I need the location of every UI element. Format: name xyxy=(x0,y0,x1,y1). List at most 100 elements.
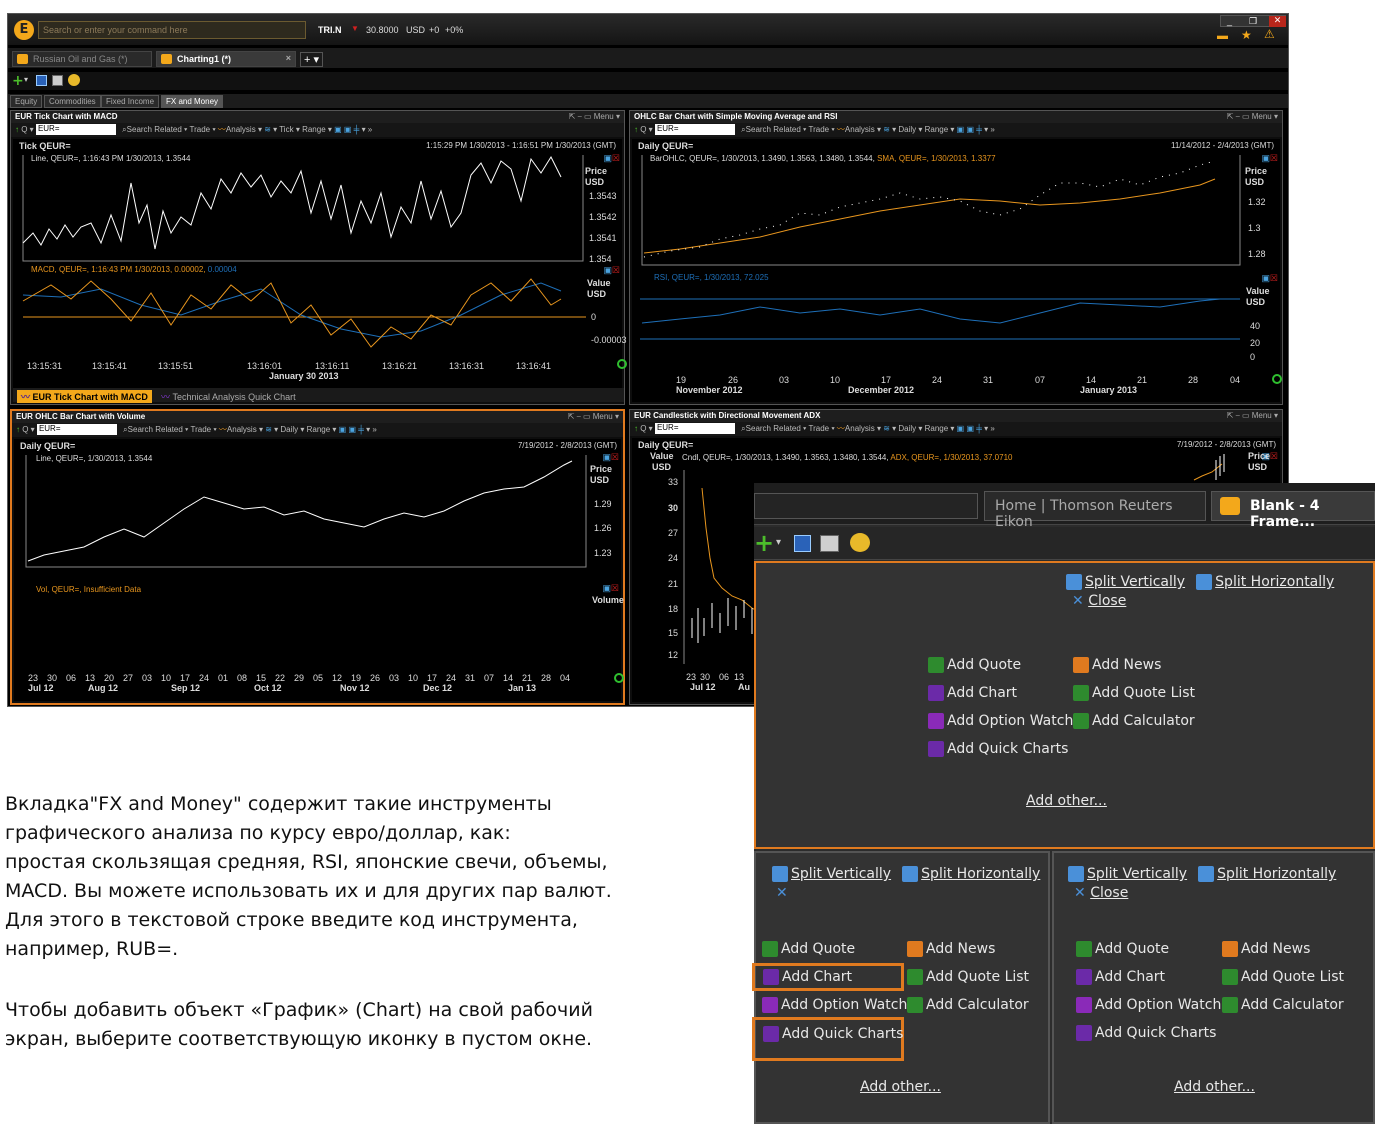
add-news-button[interactable]: Add News xyxy=(1222,941,1310,957)
add-quote-list-button[interactable]: Add Quote List xyxy=(1073,685,1195,701)
user-icon[interactable] xyxy=(850,533,870,552)
add-chart-button[interactable]: Add Chart xyxy=(928,685,1017,701)
split-vertically-button[interactable]: Split Vertically xyxy=(772,866,891,882)
trade-button[interactable]: Trade xyxy=(809,125,830,134)
add-icon[interactable]: + xyxy=(754,529,774,557)
search-dropdown-icon[interactable]: Q ▾ xyxy=(22,425,34,434)
search-dropdown-icon[interactable]: Q ▾ xyxy=(640,125,652,134)
analysis-button[interactable]: Analysis xyxy=(227,425,257,434)
panel-remove-icon[interactable]: ☒ xyxy=(612,153,620,164)
save-icon[interactable] xyxy=(794,535,811,552)
add-news-button[interactable]: Add News xyxy=(1073,657,1161,673)
command-search-input[interactable]: Search or enter your command here xyxy=(38,21,306,39)
range-button[interactable]: Range xyxy=(925,424,949,433)
analysis-button[interactable]: Analysis xyxy=(226,125,256,134)
tab-home-eikon[interactable]: Home | Thomson Reuters Eikon xyxy=(984,491,1206,530)
tab-charting1[interactable]: Charting1 (*) × xyxy=(156,51,296,67)
add-option-watch-button[interactable]: Add Option Watch xyxy=(1076,997,1221,1013)
add-news-button[interactable]: Add News xyxy=(907,941,995,957)
panel-menu[interactable]: ⇱ ⎯ ▭ Menu ▾ xyxy=(569,112,620,122)
search-dropdown-icon[interactable]: Q ▾ xyxy=(21,125,33,134)
trade-button[interactable]: Trade xyxy=(809,424,830,433)
panel-remove-icon[interactable]: ☒ xyxy=(611,452,619,463)
add-chart-button[interactable]: Add Chart xyxy=(752,963,904,991)
split-horizontally-button[interactable]: Split Horizontally xyxy=(1198,866,1336,882)
add-icon[interactable]: + xyxy=(12,73,24,89)
print-icon[interactable] xyxy=(52,75,63,86)
add-calculator-button[interactable]: Add Calculator xyxy=(907,997,1029,1013)
panel-remove-icon[interactable]: ☒ xyxy=(612,265,620,276)
tab-close-icon[interactable]: × xyxy=(286,53,291,63)
tab-technical-analysis[interactable]: 〰 Technical Analysis Quick Chart xyxy=(161,390,296,403)
star-icon[interactable]: ★ xyxy=(1241,28,1252,42)
interval-button[interactable]: Daily xyxy=(898,125,916,134)
ticker-symbol[interactable]: TRI.N xyxy=(318,25,342,35)
add-option-watch-button[interactable]: Add Option Watch xyxy=(762,997,907,1013)
chevron-down-icon[interactable]: ▾ xyxy=(776,537,781,548)
split-horizontally-button[interactable]: Split Horizontally xyxy=(1196,574,1334,590)
add-quick-charts-button[interactable]: Add Quick Charts xyxy=(1076,1025,1216,1041)
add-quote-list-button[interactable]: Add Quote List xyxy=(1222,969,1344,985)
save-icon[interactable] xyxy=(36,75,47,86)
ric-input[interactable]: EUR= xyxy=(654,124,735,135)
up-arrow-icon[interactable]: ↑ xyxy=(15,125,19,134)
ric-input[interactable]: EUR= xyxy=(654,423,735,434)
add-other-link[interactable]: Add other... xyxy=(1026,793,1107,809)
trade-button[interactable]: Trade xyxy=(190,125,211,134)
panel-expand-icon[interactable]: ▣ xyxy=(603,153,612,164)
studies-icon[interactable]: ≋ xyxy=(883,424,890,433)
panel-remove-icon[interactable]: ☒ xyxy=(1270,451,1278,462)
panel-menu[interactable]: ⇱ ⎯ ▭ Menu ▾ xyxy=(1227,112,1278,122)
studies-icon[interactable]: ≋ xyxy=(883,125,890,134)
chart-type-icon[interactable]: ▣ ▣ ╪ xyxy=(334,125,359,134)
close-button[interactable]: ✕ Close xyxy=(1072,593,1126,609)
message-icon[interactable]: ▬ xyxy=(1217,30,1228,42)
ric-input[interactable]: EUR= xyxy=(36,424,117,435)
studies-icon[interactable]: ≋ xyxy=(264,125,271,134)
panel-remove-icon[interactable]: ☒ xyxy=(1270,273,1278,284)
up-arrow-icon[interactable]: ↑ xyxy=(634,125,638,134)
search-button[interactable]: Search xyxy=(746,424,771,433)
tab-blank-4-frame[interactable]: Blank - 4 Frame... xyxy=(1211,491,1375,530)
panel-menu[interactable]: ⇱ ⎯ ▭ Menu ▾ xyxy=(568,412,619,422)
warning-icon[interactable]: ⚠ xyxy=(1264,27,1275,41)
close-icon[interactable]: ✕ xyxy=(776,885,788,901)
add-quick-charts-button[interactable]: Add Quick Charts xyxy=(752,1017,904,1061)
add-quote-button[interactable]: Add Quote xyxy=(762,941,855,957)
trade-button[interactable]: Trade xyxy=(191,425,212,434)
related-button[interactable]: Related xyxy=(155,425,183,434)
panel-expand-icon[interactable]: ▣ xyxy=(1261,153,1270,164)
add-quote-button[interactable]: Add Quote xyxy=(1076,941,1169,957)
tab-eur-tick-macd[interactable]: 〰 EUR Tick Chart with MACD xyxy=(17,390,152,403)
ric-input[interactable]: EUR= xyxy=(35,124,116,135)
subtab-fixed-income[interactable]: Fixed Income xyxy=(101,95,160,108)
interval-button[interactable]: Daily xyxy=(280,425,298,434)
split-horizontally-button[interactable]: Split Horizontally xyxy=(902,866,1040,882)
panel-remove-icon[interactable]: ☒ xyxy=(1270,153,1278,164)
panel-expand-icon[interactable]: ▣ xyxy=(603,265,612,276)
chevron-down-icon[interactable]: ▾ xyxy=(24,75,28,84)
eikon-logo-icon[interactable]: E xyxy=(14,20,34,40)
add-option-watch-button[interactable]: Add Option Watch xyxy=(928,713,1073,729)
interval-button[interactable]: Tick xyxy=(279,125,293,134)
subtab-fx-and-money[interactable]: FX and Money xyxy=(161,95,224,108)
add-calculator-button[interactable]: Add Calculator xyxy=(1222,997,1344,1013)
search-dropdown-icon[interactable]: Q ▾ xyxy=(640,424,652,433)
add-quick-charts-button[interactable]: Add Quick Charts xyxy=(928,741,1068,757)
subtab-commodities[interactable]: Commodities xyxy=(44,95,101,108)
split-vertically-button[interactable]: Split Vertically xyxy=(1066,574,1185,590)
tab-russian-oil-gas[interactable]: Russian Oil and Gas (*) xyxy=(12,51,152,67)
panel-menu[interactable]: ⇱ ⎯ ▭ Menu ▾ xyxy=(1227,411,1278,421)
add-quote-list-button[interactable]: Add Quote List xyxy=(907,969,1029,985)
user-icon[interactable] xyxy=(68,74,80,86)
chart-type-icon[interactable]: ▣ ▣ ╪ xyxy=(339,425,364,434)
chart-type-icon[interactable]: ▣ ▣ ╪ xyxy=(957,125,982,134)
chart-type-icon[interactable]: ▣ ▣ ╪ xyxy=(957,424,982,433)
range-button[interactable]: Range xyxy=(307,425,331,434)
studies-icon[interactable]: ≋ xyxy=(265,425,272,434)
restore-icon[interactable]: ❐ xyxy=(1249,16,1257,27)
panel-expand-icon[interactable]: ▣ xyxy=(602,583,611,594)
search-button[interactable]: Search xyxy=(127,125,152,134)
add-chart-button[interactable]: Add Chart xyxy=(1076,969,1165,985)
print-icon[interactable] xyxy=(820,535,839,552)
